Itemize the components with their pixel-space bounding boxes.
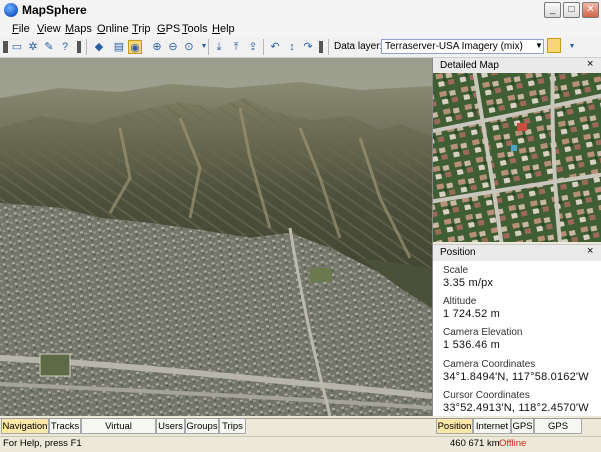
- toolbar-grip[interactable]: [3, 41, 8, 53]
- toolbar-grip[interactable]: [77, 41, 81, 53]
- camera-coordinates-label: Camera Coordinates: [443, 359, 536, 370]
- altitude-label: Altitude: [443, 296, 477, 307]
- menu-help[interactable]: Help: [212, 23, 235, 35]
- camera-elevation-label: Camera Elevation: [443, 327, 523, 338]
- tab-position[interactable]: Position: [436, 419, 473, 434]
- status-help-text: For Help, press F1: [3, 438, 82, 449]
- cube-icon[interactable]: ◆: [92, 40, 106, 54]
- close-icon[interactable]: ×: [587, 58, 593, 70]
- pencil-icon[interactable]: ✎: [42, 40, 56, 54]
- tab-virtual-geocaching[interactable]: Virtual Geocaching: [81, 419, 156, 447]
- status-distance: 460 671 km: [450, 438, 500, 449]
- maximize-button[interactable]: □: [563, 2, 580, 18]
- upload-all-icon[interactable]: ⇪: [246, 40, 260, 54]
- globe-icon[interactable]: ◉: [128, 40, 142, 54]
- chevron-down-icon[interactable]: ▼: [535, 41, 543, 50]
- scale-label: Scale: [443, 265, 469, 276]
- status-connection: Offline: [499, 438, 527, 449]
- terrain-3d-view[interactable]: [0, 58, 433, 416]
- tab-tracks[interactable]: Tracks: [49, 419, 81, 434]
- aerial-imagery: [433, 73, 601, 242]
- detailed-map-view[interactable]: [433, 73, 601, 242]
- cursor-coordinates-label: Cursor Coordinates: [443, 390, 530, 401]
- menu-view[interactable]: View: [37, 23, 61, 35]
- tab-groups[interactable]: Groups: [185, 419, 219, 434]
- window-title: MapSphere: [22, 3, 87, 17]
- tilt-icon[interactable]: ↕: [285, 40, 299, 54]
- rotate-left-icon[interactable]: ↶: [268, 40, 282, 54]
- camera-elevation-value: 1 536.46 m: [443, 339, 501, 351]
- menu-online[interactable]: Online: [97, 23, 129, 35]
- toolbar-separator: [86, 39, 87, 55]
- download-icon[interactable]: ⤓: [212, 40, 226, 54]
- upload-icon[interactable]: ⤒: [229, 40, 243, 54]
- position-title: Position: [440, 247, 476, 258]
- terrain-render: [0, 58, 432, 416]
- toolbar-separator: [208, 39, 209, 55]
- layers-icon[interactable]: ▤: [112, 40, 126, 54]
- title-bar: [0, 0, 601, 22]
- data-layer-select[interactable]: Terraserver-USA Imagery (mix): [381, 39, 544, 54]
- zoom-in-icon[interactable]: ⊕: [150, 40, 164, 54]
- menu-file[interactable]: File: [12, 23, 30, 35]
- tab-trips[interactable]: Trips: [219, 419, 246, 434]
- scale-value: 3.35 m/px: [443, 277, 494, 289]
- close-icon[interactable]: ×: [587, 245, 593, 257]
- menu-maps[interactable]: Maps: [65, 23, 92, 35]
- zoom-icon[interactable]: ⊙: [182, 40, 196, 54]
- detailed-map-title: Detailed Map: [440, 60, 499, 71]
- menu-trip[interactable]: Trip: [132, 23, 151, 35]
- minimize-button[interactable]: _: [544, 2, 561, 18]
- rotate-right-icon[interactable]: ↷: [301, 40, 315, 54]
- tab-users[interactable]: Users: [156, 419, 185, 434]
- tab-gps-status[interactable]: GPS Status: [534, 419, 582, 447]
- layer-toggle-icon[interactable]: [547, 38, 561, 53]
- zoom-out-icon[interactable]: ⊖: [166, 40, 180, 54]
- toolbar-separator: [263, 39, 264, 55]
- close-button[interactable]: ✕: [582, 2, 599, 18]
- camera-coordinates-value: 34°1.8494'N, 117°58.0162'W: [443, 371, 589, 383]
- altitude-value: 1 724.52 m: [443, 308, 501, 320]
- open-folder-icon[interactable]: ▭: [10, 40, 24, 54]
- chevron-down-icon[interactable]: ▼: [565, 40, 579, 54]
- settings-icon[interactable]: ✲: [26, 40, 40, 54]
- cursor-coordinates-value: 33°52.4913'N, 118°2.4570'W: [443, 402, 589, 414]
- app-globe-icon: [4, 3, 18, 17]
- data-layer-label: Data layer:: [334, 41, 383, 52]
- tab-navigation[interactable]: Navigation: [1, 419, 49, 434]
- tab-gps[interactable]: GPS: [511, 419, 534, 434]
- toolbar-separator: [328, 39, 329, 55]
- menu-gps[interactable]: GPS: [157, 23, 180, 35]
- toolbar-grip[interactable]: [319, 41, 323, 53]
- tab-internet[interactable]: Internet: [473, 419, 511, 434]
- help-icon[interactable]: ?: [58, 40, 72, 54]
- menu-tools[interactable]: Tools: [182, 23, 208, 35]
